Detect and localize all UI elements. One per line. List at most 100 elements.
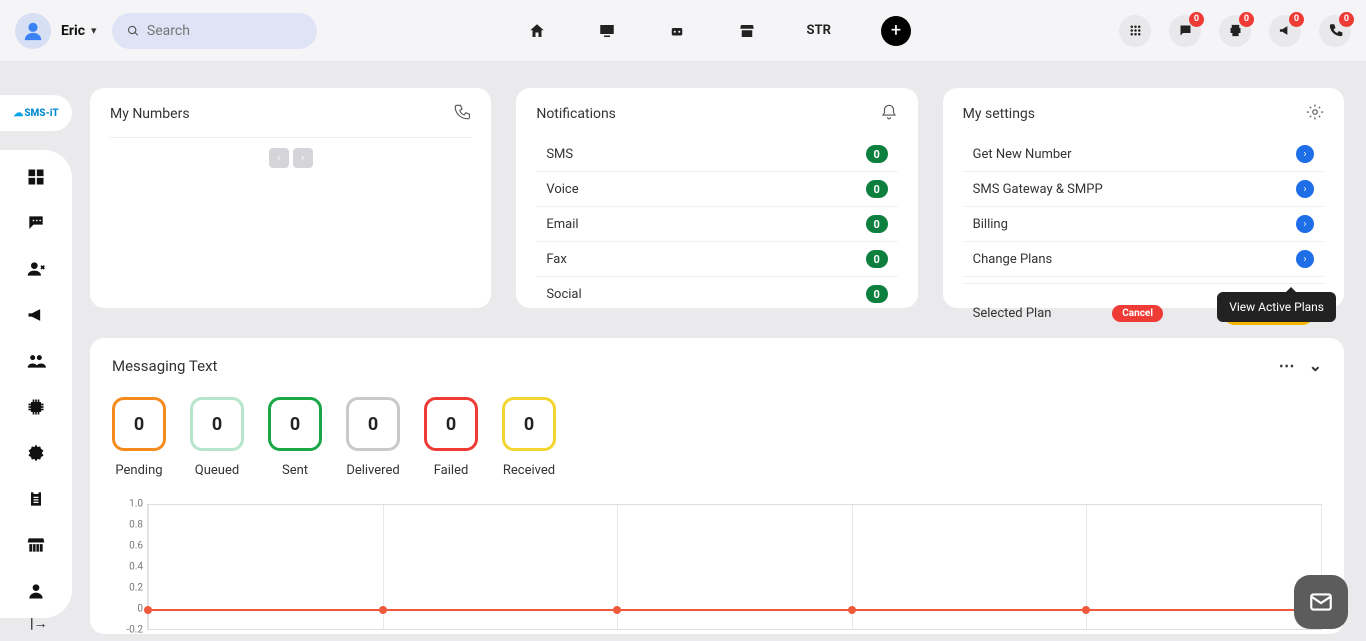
gear-icon[interactable]: [1306, 103, 1324, 125]
stat-value: 0: [424, 397, 478, 451]
user-menu-chevron-icon[interactable]: ▾: [91, 24, 97, 37]
y-tick: 0.4: [129, 562, 143, 573]
numbers-prev-button[interactable]: ‹: [269, 148, 289, 168]
notification-label: SMS: [546, 147, 573, 162]
stat-label: Queued: [195, 463, 239, 478]
stat-value: 0: [346, 397, 400, 451]
stat-value: 0: [502, 397, 556, 451]
notification-row[interactable]: Voice0: [536, 172, 897, 207]
sidebar-people-icon[interactable]: [24, 349, 48, 373]
robot-icon[interactable]: [667, 21, 687, 41]
chat-badge: 0: [1189, 12, 1204, 27]
chevron-right-icon: ›: [1296, 250, 1314, 268]
chart-point: [144, 606, 152, 614]
chevron-right-icon: ›: [1296, 145, 1314, 163]
sidebar-user-icon[interactable]: [24, 579, 48, 603]
sidebar-dashboard-icon[interactable]: [24, 165, 48, 189]
sidebar-megaphone-icon[interactable]: [24, 303, 48, 327]
notification-count: 0: [866, 250, 888, 268]
support-fab[interactable]: [1294, 575, 1348, 629]
card-title: Notifications: [536, 106, 616, 122]
notification-row[interactable]: Fax 0: [536, 242, 897, 277]
numbers-next-button[interactable]: ›: [293, 148, 313, 168]
settings-row[interactable]: Get New Number›: [963, 137, 1324, 172]
stat-sent[interactable]: 0 Sent: [268, 397, 322, 478]
main-content: My Numbers ‹ › Notifications SMS0Voice0E…: [90, 88, 1344, 634]
store-icon[interactable]: [737, 21, 757, 41]
y-tick: 0.2: [129, 583, 143, 594]
sidebar-chip-icon[interactable]: [24, 395, 48, 419]
stat-value: 0: [190, 397, 244, 451]
stat-failed[interactable]: 0Failed: [424, 397, 478, 478]
home-icon[interactable]: [527, 21, 547, 41]
notification-count: 0: [866, 145, 888, 163]
y-tick: 0: [137, 604, 143, 615]
chevron-right-icon: ›: [1296, 180, 1314, 198]
sidebar: [0, 150, 72, 618]
stat-label: Sent: [282, 463, 308, 478]
notification-label: Fax: [546, 252, 567, 267]
sidebar-contact-icon[interactable]: [24, 257, 48, 281]
cancel-plan-button[interactable]: Cancel: [1112, 305, 1163, 322]
user-avatar[interactable]: [15, 13, 51, 49]
stat-label: Pending: [115, 463, 162, 478]
bell-icon[interactable]: [880, 103, 898, 125]
settings-label: SMS Gateway & SMPP: [973, 182, 1103, 197]
print-icon[interactable]: 0: [1219, 15, 1251, 47]
phone-outline-icon[interactable]: [453, 103, 471, 125]
search-icon: [127, 24, 139, 38]
chevron-right-icon: ›: [1296, 215, 1314, 233]
settings-row[interactable]: Change Plans ›: [963, 242, 1324, 277]
settings-card: My settings Get New Number›SMS Gateway &…: [943, 88, 1344, 308]
username[interactable]: Eric: [61, 23, 85, 39]
apps-grid-icon[interactable]: [1119, 15, 1151, 47]
settings-label: Change Plans: [973, 252, 1053, 267]
stat-pending[interactable]: 0 Pending: [112, 397, 166, 478]
brand-logo[interactable]: ☁SMS-iT: [0, 95, 72, 131]
card-more-icon[interactable]: ⋯: [1279, 356, 1295, 375]
add-button[interactable]: +: [881, 16, 911, 46]
chart-point: [613, 606, 621, 614]
card-collapse-icon[interactable]: ⌄: [1309, 356, 1322, 375]
sidebar-marketplace-icon[interactable]: [24, 533, 48, 557]
sidebar-clipboard-icon[interactable]: [24, 487, 48, 511]
notification-label: Email: [546, 217, 578, 232]
stat-delivered[interactable]: 0Delivered: [346, 397, 400, 478]
announce-icon[interactable]: 0: [1269, 15, 1301, 47]
header: Eric ▾ STR + 0 0 0 0: [0, 0, 1366, 62]
stat-queued[interactable]: 0 Queued: [190, 397, 244, 478]
search-input[interactable]: [147, 23, 302, 39]
selected-plan-label: Selected Plan: [973, 306, 1052, 321]
notification-row[interactable]: Email 0: [536, 207, 897, 242]
notification-row[interactable]: Social0: [536, 277, 897, 311]
stat-value: 0: [112, 397, 166, 451]
sidebar-chat-icon[interactable]: [24, 211, 48, 235]
str-nav[interactable]: STR: [807, 23, 831, 38]
phone-icon[interactable]: 0: [1319, 15, 1351, 47]
monitor-icon[interactable]: [597, 21, 617, 41]
chart-point: [379, 606, 387, 614]
stat-value: 0: [268, 397, 322, 451]
messaging-chart: 1.00.80.60.40.20-0.2: [112, 504, 1322, 634]
search-input-group[interactable]: [112, 13, 317, 49]
y-tick: 0.8: [129, 520, 143, 531]
y-tick: 1.0: [129, 499, 143, 510]
messaging-card: Messaging Text ⋯ ⌄ 0Pending0Queued0Sent0…: [90, 338, 1344, 634]
sidebar-collapse-icon[interactable]: |→: [30, 615, 48, 632]
sidebar-gear-icon[interactable]: [24, 441, 48, 465]
phone-badge: 0: [1339, 12, 1354, 27]
notification-count: 0: [866, 215, 888, 233]
messaging-title: Messaging Text: [112, 357, 217, 375]
settings-label: Billing: [973, 217, 1008, 232]
settings-row[interactable]: Billing ›: [963, 207, 1324, 242]
print-badge: 0: [1239, 12, 1254, 27]
stat-received[interactable]: 0Received: [502, 397, 556, 478]
chat-icon[interactable]: 0: [1169, 15, 1201, 47]
announce-badge: 0: [1289, 12, 1304, 27]
chart-point: [1082, 606, 1090, 614]
notification-label: Social: [546, 287, 581, 302]
settings-row[interactable]: SMS Gateway & SMPP ›: [963, 172, 1324, 207]
my-numbers-card: My Numbers ‹ ›: [90, 88, 491, 308]
notification-row[interactable]: SMS 0: [536, 137, 897, 172]
chart-point: [848, 606, 856, 614]
